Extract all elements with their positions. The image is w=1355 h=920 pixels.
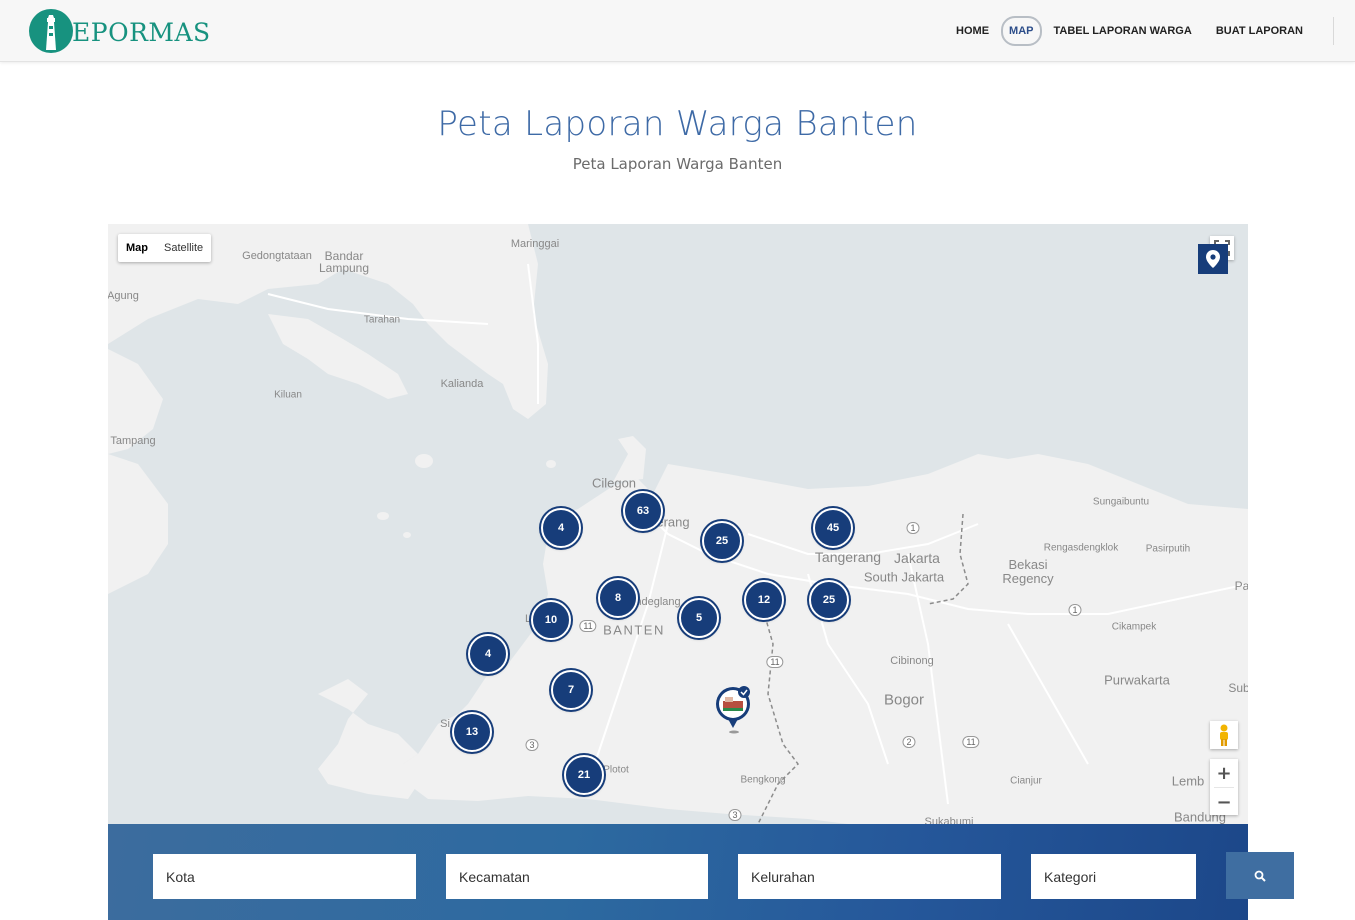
road-shield: 11 xyxy=(579,620,597,632)
map-type-map-button[interactable]: Map xyxy=(118,234,156,262)
place-pasirputih: Pasirputih xyxy=(1145,543,1191,555)
lighthouse-logo-icon xyxy=(29,9,73,53)
report-cluster-marker[interactable]: 45 xyxy=(813,508,853,548)
report-cluster-marker[interactable]: 4 xyxy=(468,634,508,674)
map-type-satellite-button[interactable]: Satellite xyxy=(156,234,211,262)
cluster-count: 13 xyxy=(465,726,479,738)
kategori-label: Kategori xyxy=(1044,868,1097,885)
place-pa: Pa xyxy=(1234,579,1248,593)
report-cluster-marker[interactable]: 25 xyxy=(702,521,742,561)
page-title: Peta Laporan Warga Banten xyxy=(437,104,918,144)
zoom-control: + − xyxy=(1210,759,1238,815)
kelurahan-select[interactable]: Kelurahan xyxy=(738,854,1001,899)
place-sungaibuntu: Sungaibuntu xyxy=(1092,496,1150,508)
cluster-count: 63 xyxy=(636,505,650,517)
site-header: EPORMAS HOME MAP TABEL LAPORAN WARGA BUA… xyxy=(0,0,1355,62)
place-cikampek: Cikampek xyxy=(1111,621,1157,633)
nav-table[interactable]: TABEL LAPORAN WARGA xyxy=(1042,16,1204,46)
place-bengkong: Bengkong xyxy=(740,774,786,786)
cluster-count: 4 xyxy=(484,648,492,660)
zoom-in-button[interactable]: + xyxy=(1210,759,1238,787)
report-cluster-marker[interactable]: 12 xyxy=(744,580,784,620)
place-tampang: Tampang xyxy=(110,435,156,447)
nav-create-report[interactable]: BUAT LAPORAN xyxy=(1204,16,1315,46)
place-purwakarta: Purwakarta xyxy=(1104,672,1170,688)
street-view-icon xyxy=(1220,724,1228,746)
nav-map[interactable]: MAP xyxy=(1001,16,1042,46)
cluster-count: 45 xyxy=(826,522,840,534)
place-south-jakarta: South Jakarta xyxy=(863,569,945,585)
report-cluster-marker[interactable]: 8 xyxy=(598,578,638,618)
cluster-count: 25 xyxy=(822,594,836,606)
locate-button[interactable] xyxy=(1198,244,1228,274)
kota-label: Kota xyxy=(166,868,195,885)
place-bandar-lampung: Bandar Lampung xyxy=(318,249,370,275)
place-rengasdengklok: Rengasdengklok xyxy=(1043,542,1119,554)
map-type-control: Map Satellite xyxy=(118,234,212,262)
place-si: Si xyxy=(440,718,450,730)
place-bekasi-regency: Bekasi Regency xyxy=(1002,557,1054,586)
place-pandeglang: ndeglang xyxy=(635,596,681,608)
search-button[interactable] xyxy=(1226,852,1294,899)
cluster-count: 8 xyxy=(614,592,622,604)
place-lemb: Lemb xyxy=(1171,773,1205,789)
report-cluster-marker[interactable]: 63 xyxy=(623,491,663,531)
report-map[interactable]: Gedongtataan Bandar Lampung Maringgai Ag… xyxy=(108,224,1248,824)
place-jakarta: Jakarta xyxy=(894,550,940,566)
report-pin-icon[interactable] xyxy=(714,686,754,736)
street-view-button[interactable] xyxy=(1210,721,1238,749)
cluster-count: 21 xyxy=(577,769,591,781)
place-kalianda: Kalianda xyxy=(440,378,484,390)
road-shield: 1 xyxy=(1068,604,1082,616)
place-sub: Sub xyxy=(1228,681,1248,695)
kota-select[interactable]: Kota xyxy=(153,854,416,899)
kategori-select[interactable]: Kategori xyxy=(1031,854,1196,899)
main-nav: HOME MAP TABEL LAPORAN WARGA BUAT LAPORA… xyxy=(944,16,1334,46)
place-maringgai: Maringgai xyxy=(510,238,560,250)
place-bogor: Bogor xyxy=(883,691,925,709)
search-icon xyxy=(1254,870,1266,882)
kecamatan-label: Kecamatan xyxy=(459,868,530,885)
brand-name: EPORMAS xyxy=(72,17,211,47)
place-cibinong: Cibinong xyxy=(890,655,934,667)
report-cluster-marker[interactable]: 5 xyxy=(679,598,719,638)
cluster-count: 25 xyxy=(715,535,729,547)
cluster-count: 12 xyxy=(757,594,771,606)
place-tarahan: Tarahan xyxy=(363,314,401,326)
place-gedongtataan: Gedongtataan xyxy=(242,250,312,262)
road-shield: 2 xyxy=(902,736,916,748)
zoom-out-button[interactable]: − xyxy=(1210,788,1238,816)
place-kiluan: Kiluan xyxy=(274,389,302,401)
report-cluster-marker[interactable]: 21 xyxy=(564,755,604,795)
report-cluster-marker[interactable]: 25 xyxy=(809,580,849,620)
place-cilegon: Cilegon xyxy=(591,475,637,491)
cluster-count: 7 xyxy=(567,684,575,696)
nav-divider xyxy=(1333,17,1334,45)
road-shield: 11 xyxy=(766,656,784,668)
road-shield: 3 xyxy=(728,809,742,821)
cluster-count: 4 xyxy=(557,522,565,534)
report-cluster-marker[interactable]: 10 xyxy=(531,600,571,640)
place-tangerang: Tangerang xyxy=(814,549,882,565)
cluster-count: 10 xyxy=(544,614,558,626)
filter-bar: Kota Kecamatan Kelurahan Kategori xyxy=(108,824,1248,920)
map-pin-icon xyxy=(1206,250,1220,268)
place-sukabumi: Sukabumi xyxy=(924,816,974,824)
road-shield: 1 xyxy=(906,522,920,534)
report-cluster-marker[interactable]: 4 xyxy=(541,508,581,548)
report-cluster-marker[interactable]: 13 xyxy=(452,712,492,752)
road-shield: 3 xyxy=(525,739,539,751)
place-agung: Agung xyxy=(108,290,139,302)
kelurahan-label: Kelurahan xyxy=(751,868,815,885)
kecamatan-select[interactable]: Kecamatan xyxy=(446,854,708,899)
page-subtitle: Peta Laporan Warga Banten xyxy=(572,155,783,173)
cluster-count: 5 xyxy=(695,612,703,624)
road-shield: 11 xyxy=(962,736,980,748)
nav-home[interactable]: HOME xyxy=(944,16,1001,46)
place-cianjur: Cianjur xyxy=(1010,775,1042,787)
report-cluster-marker[interactable]: 7 xyxy=(551,670,591,710)
brand-logo[interactable]: EPORMAS xyxy=(28,8,211,54)
place-banten: BANTEN xyxy=(603,622,665,638)
place-plotot: Plotot xyxy=(603,764,629,776)
